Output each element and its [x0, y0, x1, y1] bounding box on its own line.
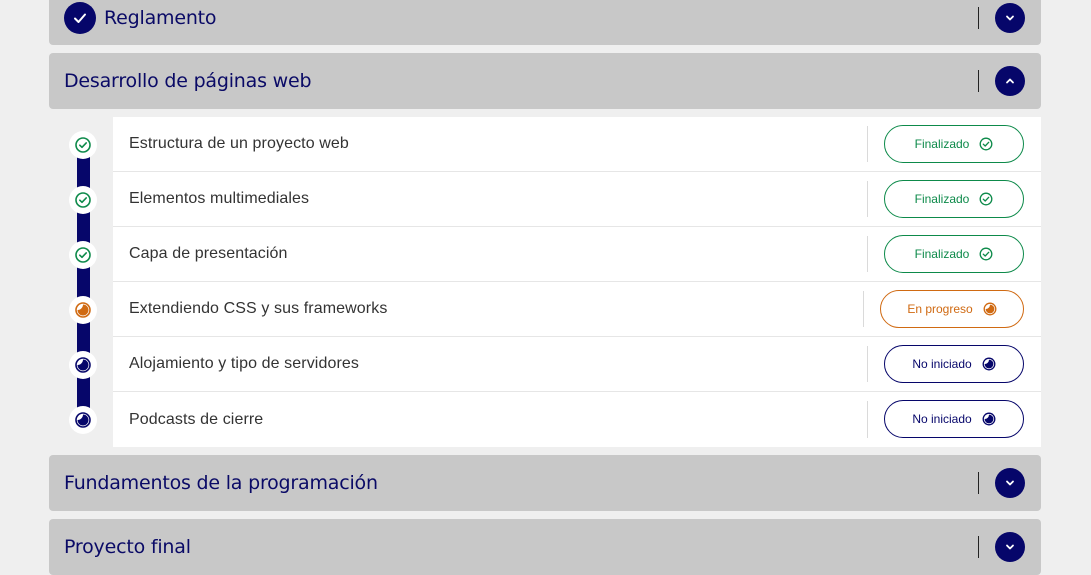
half-circle-icon	[983, 302, 997, 316]
lesson-row[interactable]: Podcasts de cierre No iniciado	[113, 392, 1041, 447]
lesson-row[interactable]: Alojamiento y tipo de servidores No inic…	[113, 337, 1041, 392]
lesson-row[interactable]: Elementos multimediales Finalizado	[113, 172, 1041, 227]
section-title: Proyecto final	[64, 536, 191, 558]
status-badge-en-progreso[interactable]: En progreso	[880, 290, 1024, 328]
header-divider	[978, 70, 979, 92]
half-circle-icon	[982, 357, 996, 371]
timeline-node-not-started	[69, 351, 97, 379]
chevron-down-icon	[1006, 544, 1014, 550]
row-divider	[863, 291, 864, 327]
section-reglamento[interactable]: Reglamento	[49, 0, 1041, 45]
half-circle-icon	[75, 412, 91, 428]
chevron-down-icon	[1006, 15, 1014, 20]
header-divider	[978, 6, 979, 29]
lesson-title[interactable]: Estructura de un proyecto web	[129, 117, 349, 171]
collapse-toggle-button[interactable]	[995, 66, 1025, 96]
check-circle-outline-icon	[75, 137, 91, 153]
half-circle-icon	[75, 302, 91, 318]
status-badge-no-iniciado[interactable]: No iniciado	[884, 400, 1024, 438]
expand-toggle-button[interactable]	[995, 468, 1025, 498]
section-title: Desarrollo de páginas web	[64, 70, 312, 92]
status-badge-finalizado[interactable]: Finalizado	[884, 235, 1024, 273]
status-label: No iniciado	[912, 357, 972, 371]
check-circle-outline-icon	[75, 192, 91, 208]
status-badge-finalizado[interactable]: Finalizado	[884, 125, 1024, 163]
row-divider	[867, 401, 868, 438]
half-circle-icon	[75, 357, 91, 373]
section-title: Fundamentos de la programación	[64, 472, 378, 494]
status-label: En progreso	[907, 302, 973, 316]
timeline-node-in-progress	[69, 296, 97, 324]
lesson-list: Estructura de un proyecto web Finalizado…	[113, 117, 1041, 447]
lesson-title[interactable]: Extendiendo CSS y sus frameworks	[129, 282, 387, 336]
lesson-title[interactable]: Elementos multimediales	[129, 172, 309, 226]
row-divider	[867, 181, 868, 217]
timeline-node-not-started	[69, 406, 97, 434]
check-circle-outline-icon	[979, 137, 993, 151]
row-divider	[867, 126, 868, 162]
check-circle-outline-icon	[75, 247, 91, 263]
section-fundamentos-programacion[interactable]: Fundamentos de la programación	[49, 455, 1041, 511]
check-circle-outline-icon	[979, 247, 993, 261]
chevron-down-icon	[1006, 480, 1014, 486]
lesson-title[interactable]: Capa de presentación	[129, 227, 288, 281]
header-divider	[978, 472, 979, 494]
timeline-node-done	[69, 186, 97, 214]
row-divider	[867, 236, 868, 272]
section-header: Reglamento	[64, 0, 217, 45]
section-complete-check-icon	[64, 1, 96, 34]
status-label: Finalizado	[914, 137, 970, 151]
section-proyecto-final[interactable]: Proyecto final	[49, 519, 1041, 575]
status-label: No iniciado	[912, 412, 972, 426]
expand-toggle-button[interactable]	[995, 2, 1025, 33]
status-badge-no-iniciado[interactable]: No iniciado	[884, 345, 1024, 383]
check-circle-outline-icon	[979, 192, 993, 206]
half-circle-icon	[982, 412, 996, 426]
header-divider	[978, 536, 979, 558]
timeline-node-done	[69, 241, 97, 269]
status-label: Finalizado	[914, 247, 970, 261]
lesson-row[interactable]: Extendiendo CSS y sus frameworks En prog…	[113, 282, 1041, 337]
lesson-title[interactable]: Podcasts de cierre	[129, 392, 263, 447]
expand-toggle-button[interactable]	[995, 532, 1025, 562]
section-desarrollo-paginas-web[interactable]: Desarrollo de páginas web	[49, 53, 1041, 109]
lesson-row[interactable]: Estructura de un proyecto web Finalizado	[113, 117, 1041, 172]
row-divider	[867, 346, 868, 382]
timeline-node-done	[69, 131, 97, 159]
lesson-title[interactable]: Alojamiento y tipo de servidores	[129, 337, 359, 391]
lesson-row[interactable]: Capa de presentación Finalizado	[113, 227, 1041, 282]
status-badge-finalizado[interactable]: Finalizado	[884, 180, 1024, 218]
status-label: Finalizado	[914, 192, 970, 206]
chevron-up-icon	[1006, 78, 1014, 84]
section-title: Reglamento	[104, 6, 217, 29]
